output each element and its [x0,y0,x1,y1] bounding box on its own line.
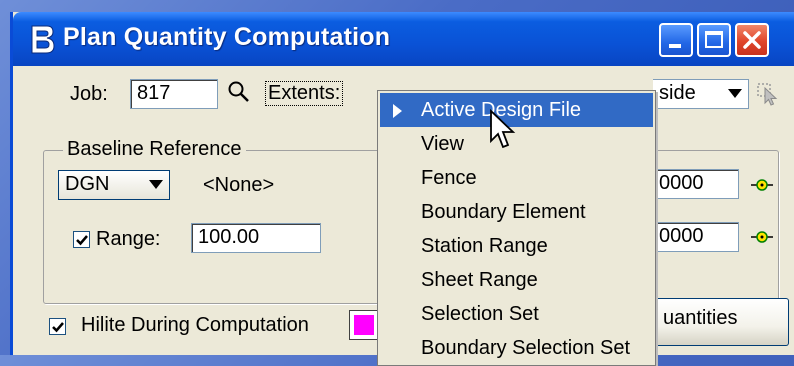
range-label: Range: [96,228,161,250]
compute-quantities-button[interactable]: uantities [653,298,789,346]
menu-item-label: Selection Set [421,303,539,325]
plan-quantity-window: Plan Quantity Computation Job: 817 Exten… [10,12,794,366]
locate-target-icon[interactable] [751,230,773,244]
checkmark-icon [76,235,88,246]
menu-item-label: Station Range [421,235,548,257]
arrow-select-icon[interactable] [756,80,778,106]
menu-item-label: Boundary Element [421,201,586,223]
close-icon [743,31,761,49]
baseline-reference-label: Baseline Reference [63,138,246,161]
minimize-button[interactable] [659,23,693,57]
magnifier-icon[interactable] [226,79,252,105]
triangle-right-icon [393,104,402,118]
bentley-b-icon [31,25,55,54]
compute-quantities-label: uantities [663,307,738,329]
range-checkbox[interactable] [73,231,90,248]
menu-item-boundary-element[interactable]: Boundary Element [380,195,653,229]
hilite-color-swatch[interactable] [349,310,379,340]
job-label: Job: [70,83,108,105]
baseline-source-dropdown[interactable]: DGN [58,170,170,200]
extents-dropdown[interactable]: side [653,79,749,109]
menu-item-label: Boundary Selection Set [421,337,631,359]
minimize-icon [669,44,681,48]
station-end-input[interactable]: 0000 [653,222,739,252]
maximize-button[interactable] [697,23,731,57]
chevron-down-icon [149,180,163,189]
menu-item-label: Fence [421,167,477,189]
extents-label: Extents: [265,81,344,106]
job-input[interactable]: 817 [130,79,218,109]
hilite-label: Hilite During Computation [81,314,309,336]
menu-item-fence[interactable]: Fence [380,161,653,195]
menu-item-label: View [421,133,464,155]
extents-dropdown-value: side [659,82,696,104]
menu-item-selection-set[interactable]: Selection Set [380,297,653,331]
maximize-icon [705,31,723,48]
mouse-cursor-icon [490,109,516,149]
station-start-input[interactable]: 0000 [653,169,739,199]
menu-item-label: Sheet Range [421,269,538,291]
hilite-color-fill [354,315,374,335]
title-bar[interactable]: Plan Quantity Computation [13,12,794,66]
checkmark-icon [52,322,64,333]
baseline-element-value: <None> [203,174,275,196]
range-input[interactable]: 100.00 [191,223,321,253]
close-button[interactable] [735,23,769,57]
window-title: Plan Quantity Computation [63,23,391,51]
menu-item-sheet-range[interactable]: Sheet Range [380,263,653,297]
baseline-source-value: DGN [65,173,110,195]
chevron-down-icon [728,89,742,98]
menu-item-boundary-selection-set[interactable]: Boundary Selection Set [380,331,653,365]
locate-target-icon[interactable] [751,178,773,192]
hilite-checkbox[interactable] [49,318,66,335]
menu-item-station-range[interactable]: Station Range [380,229,653,263]
